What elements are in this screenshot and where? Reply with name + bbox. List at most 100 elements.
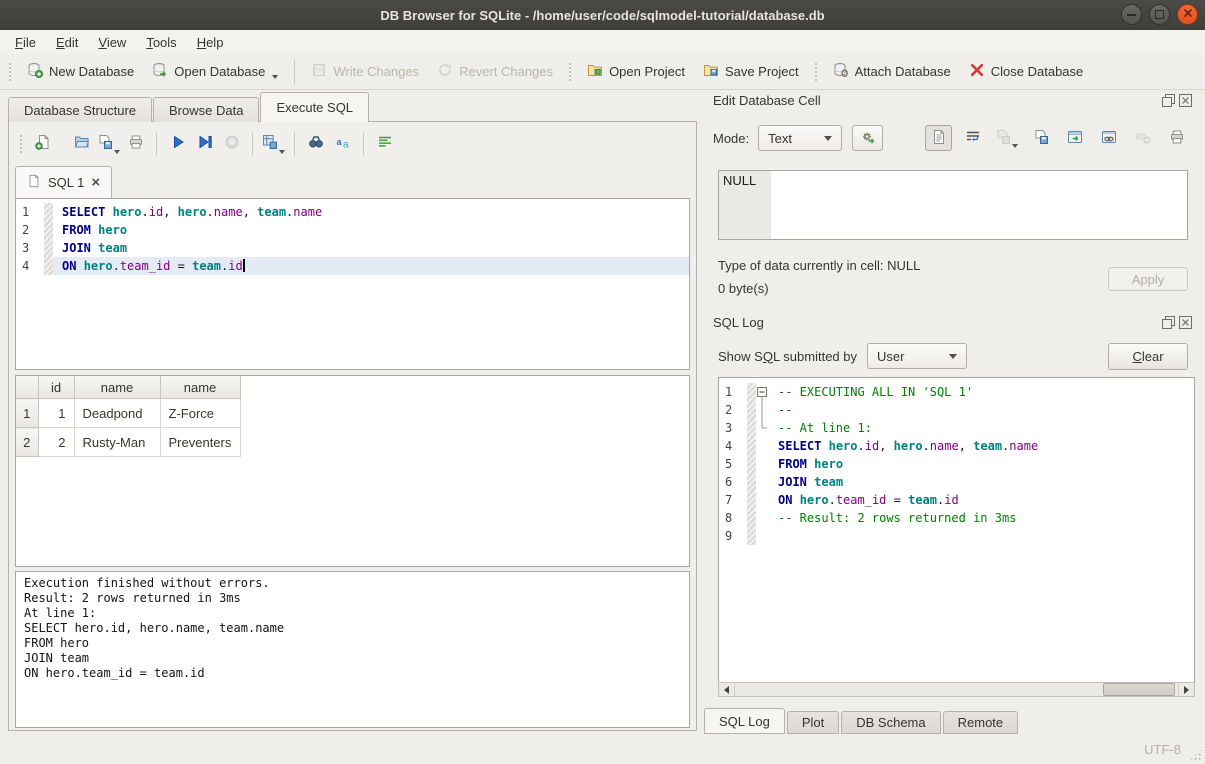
copy-link-button[interactable] bbox=[1095, 125, 1122, 151]
resize-grip[interactable] bbox=[1189, 748, 1202, 761]
code-line: 9 bbox=[719, 527, 1194, 545]
mode-select[interactable]: Text bbox=[758, 125, 842, 151]
toolbar-separator bbox=[294, 60, 295, 84]
cell[interactable]: 1 bbox=[38, 399, 74, 428]
new-sql-tab-button[interactable] bbox=[29, 132, 56, 156]
gutter-margin bbox=[747, 437, 756, 455]
tab-database-structure[interactable]: Database Structure bbox=[8, 97, 152, 122]
log-horizontal-scrollbar[interactable] bbox=[718, 682, 1195, 697]
print-cell-button[interactable] bbox=[1163, 125, 1190, 151]
sql-log-view: 1-- EXECUTING ALL IN 'SQL 1'2--3-- At li… bbox=[718, 377, 1195, 683]
cell-editor[interactable]: NULL bbox=[718, 170, 1188, 240]
close-window-button[interactable] bbox=[1177, 4, 1198, 25]
float-panel-icon[interactable] bbox=[1162, 316, 1175, 329]
clear-log-button[interactable]: Clear bbox=[1108, 343, 1188, 370]
text-cursor bbox=[243, 259, 245, 272]
corner-header[interactable] bbox=[16, 376, 38, 399]
open-external-icon bbox=[1067, 129, 1083, 148]
toolbar-handle[interactable] bbox=[814, 62, 818, 82]
gutter-margin bbox=[44, 257, 53, 275]
column-header-name[interactable]: name bbox=[74, 376, 160, 399]
dock-tab-db-schema[interactable]: DB Schema bbox=[841, 711, 940, 734]
save-results-button[interactable] bbox=[260, 132, 287, 156]
dock-tab-sql-log[interactable]: SQL Log bbox=[704, 708, 785, 734]
menu-view[interactable]: View bbox=[88, 32, 136, 53]
float-panel-icon[interactable] bbox=[1162, 94, 1175, 107]
tab-label: Browse Data bbox=[169, 103, 243, 118]
db-new-icon bbox=[27, 62, 43, 81]
close-database-button[interactable]: Close Database bbox=[960, 58, 1093, 85]
cell-size-info: 0 byte(s) bbox=[718, 281, 769, 296]
open-in-external-button[interactable] bbox=[1061, 125, 1088, 151]
submitter-select-value: User bbox=[877, 349, 904, 364]
text-mode-button[interactable] bbox=[925, 125, 952, 151]
print-sql-button[interactable] bbox=[122, 132, 149, 156]
tab-execute-sql[interactable]: Execute SQL bbox=[260, 92, 369, 122]
menu-edit[interactable]: Edit bbox=[46, 32, 88, 53]
cell[interactable]: 2 bbox=[38, 428, 74, 457]
fold-marker[interactable] bbox=[756, 383, 769, 401]
cell[interactable]: Preventers bbox=[160, 428, 240, 457]
auto-format-sql-button[interactable]: aa bbox=[329, 132, 356, 156]
line-number: 2 bbox=[719, 401, 747, 419]
cell[interactable]: Z-Force bbox=[160, 399, 240, 428]
close-tab-icon[interactable]: × bbox=[91, 175, 100, 190]
column-header-id[interactable]: id bbox=[38, 376, 74, 399]
menu-help[interactable]: Help bbox=[187, 32, 234, 53]
attach-database-button[interactable]: Attach Database bbox=[824, 58, 960, 85]
menubar: FileEditViewToolsHelp bbox=[0, 30, 1205, 54]
code-text: JOIN team bbox=[53, 239, 689, 257]
close-panel-icon[interactable] bbox=[1179, 94, 1192, 107]
submitter-select[interactable]: User bbox=[867, 343, 967, 369]
maximize-button[interactable] bbox=[1149, 4, 1170, 25]
line-number: 2 bbox=[16, 221, 44, 239]
minimize-button[interactable] bbox=[1121, 4, 1142, 25]
sql-editor[interactable]: 1SELECT hero.id, hero.name, team.name2FR… bbox=[15, 198, 690, 370]
close-panel-icon[interactable] bbox=[1179, 316, 1192, 329]
code-line: 2FROM hero bbox=[16, 221, 689, 239]
export-data-button[interactable] bbox=[1027, 125, 1054, 151]
find-replace-button[interactable] bbox=[302, 132, 329, 156]
gear-icon bbox=[860, 129, 876, 148]
toolbar-handle[interactable] bbox=[568, 62, 572, 82]
toggle-word-wrap-button[interactable] bbox=[371, 132, 398, 156]
execute-all-button[interactable] bbox=[164, 132, 191, 156]
execute-current-line-button[interactable] bbox=[191, 132, 218, 156]
dock-tab-plot[interactable]: Plot bbox=[787, 711, 839, 734]
scroll-left-arrow[interactable] bbox=[719, 683, 734, 696]
write-changes-button: Write Changes bbox=[302, 58, 428, 85]
toolbar-handle[interactable] bbox=[8, 62, 12, 82]
menu-tools[interactable]: Tools bbox=[136, 32, 186, 53]
tab-browse-data[interactable]: Browse Data bbox=[153, 97, 259, 122]
line-number: 6 bbox=[719, 473, 747, 491]
titlebar[interactable]: DB Browser for SQLite - /home/user/code/… bbox=[0, 0, 1205, 31]
scroll-thumb[interactable] bbox=[1103, 683, 1175, 696]
dock-tab-remote[interactable]: Remote bbox=[943, 711, 1019, 734]
cell[interactable]: Rusty-Man bbox=[74, 428, 160, 457]
save-sql-file-button[interactable] bbox=[95, 132, 122, 156]
edit-cell-title: Edit Database Cell bbox=[713, 93, 1158, 108]
row-header[interactable]: 2 bbox=[16, 428, 38, 457]
save-project-button[interactable]: Save Project bbox=[694, 58, 808, 85]
cell[interactable]: Deadpond bbox=[74, 399, 160, 428]
open-sql-file-button[interactable] bbox=[68, 132, 95, 156]
cell-value: NULL bbox=[723, 173, 756, 188]
open-database-button[interactable]: Open Database bbox=[143, 58, 287, 85]
row-header[interactable]: 1 bbox=[16, 399, 38, 428]
sql-log-title: SQL Log bbox=[713, 315, 1158, 330]
code-text: -- EXECUTING ALL IN 'SQL 1' bbox=[769, 383, 1194, 401]
word-wrap-button[interactable] bbox=[959, 125, 986, 151]
scroll-right-arrow[interactable] bbox=[1179, 683, 1194, 696]
sql-file-tab[interactable]: SQL 1× bbox=[15, 166, 112, 198]
auto-switch-mode-button[interactable] bbox=[852, 125, 883, 151]
column-header-name[interactable]: name bbox=[160, 376, 240, 399]
new-database-button[interactable]: New Database bbox=[18, 58, 143, 85]
open-project-button[interactable]: Open Project bbox=[578, 58, 694, 85]
dock-tab-label: DB Schema bbox=[856, 715, 925, 730]
gutter-margin bbox=[747, 509, 756, 527]
run-line-icon bbox=[197, 134, 213, 155]
menu-file[interactable]: File bbox=[5, 32, 46, 53]
scroll-track[interactable] bbox=[734, 683, 1179, 696]
sql-toolbar-handle[interactable] bbox=[19, 134, 23, 154]
code-line: 2-- bbox=[719, 401, 1194, 419]
